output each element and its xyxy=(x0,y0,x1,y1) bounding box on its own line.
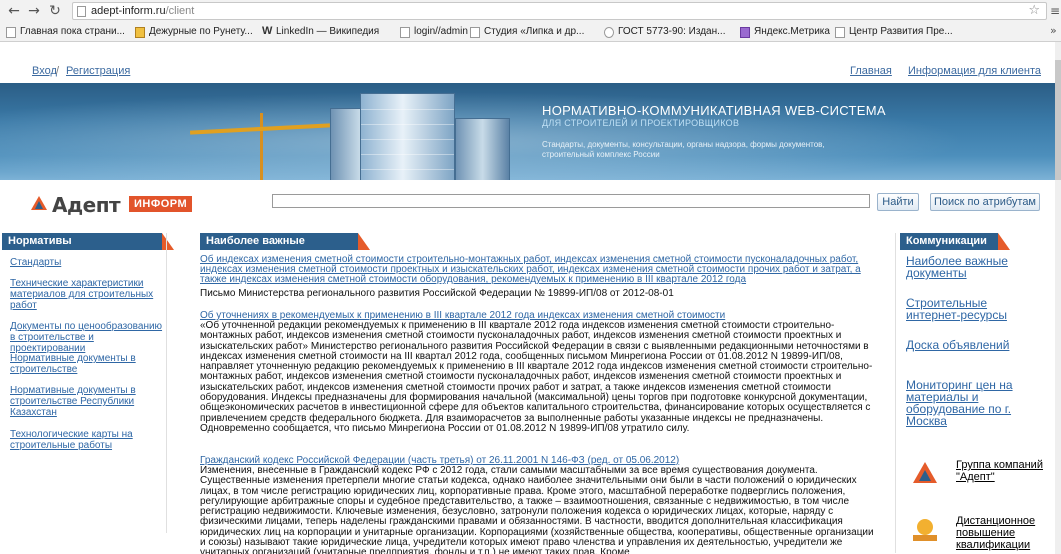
page-icon xyxy=(470,27,480,38)
shield-icon xyxy=(135,27,145,38)
menu-icon[interactable]: ≡ xyxy=(1050,4,1060,18)
logo-mark-icon xyxy=(31,196,47,210)
url-path: /client xyxy=(165,5,195,17)
browser-chrome: ← → ↻ adept-inform.ru/client ☆ ≡ Главная… xyxy=(0,0,1061,42)
document-summary: Письмо Министерства регионального развит… xyxy=(200,288,674,299)
client-info-link[interactable]: Информация для клиента xyxy=(908,65,1041,77)
sidebar-item-pricing[interactable]: Документы по ценообразованию в строитель… xyxy=(10,321,165,354)
bookmark-item[interactable]: Главная пока страни... xyxy=(6,25,125,39)
page-icon xyxy=(400,27,410,38)
partner-adept-link[interactable]: Группа компаний "Адепт" xyxy=(956,459,1046,483)
bookmark-label: ГОСТ 5773-90: Издан... xyxy=(618,26,726,37)
left-sidebar: Стандарты Технические характеристики мат… xyxy=(2,233,167,533)
page-icon xyxy=(77,6,86,17)
document-link[interactable]: Об индексах изменения сметной стоимости … xyxy=(200,255,875,285)
training-icon xyxy=(913,519,937,541)
back-icon[interactable]: ← xyxy=(6,3,22,19)
right-sidebar: Наиболее важные документы Строительные и… xyxy=(895,233,1045,553)
bookmark-star-icon[interactable]: ☆ xyxy=(1028,3,1040,19)
right-item-web-resources[interactable]: Строительные интернет-ресурсы xyxy=(906,297,1036,321)
document-summary: Изменения, внесенные в Гражданский кодек… xyxy=(200,465,874,554)
attribute-search-button[interactable]: Поиск по атрибутам xyxy=(930,193,1040,211)
top-links: Вход / Регистрация Главная Информация дл… xyxy=(0,65,1061,83)
logo-name: Адепт xyxy=(52,193,121,217)
bookmark-item[interactable]: Студия «Липка и др... xyxy=(470,25,584,39)
sidebar-item-kazakhstan[interactable]: Нормативные документы в строительстве Ре… xyxy=(10,385,165,418)
find-button[interactable]: Найти xyxy=(877,193,919,211)
bookmark-label: login//admin xyxy=(414,26,468,37)
url-host: adept-inform.ru xyxy=(91,5,166,17)
bookmark-label: Студия «Липка и др... xyxy=(484,26,585,37)
banner-title: НОРМАТИВНО-КОММУНИКАТИВНАЯ WEB-СИСТЕМА xyxy=(542,103,886,118)
building-image xyxy=(455,118,510,180)
bookmark-item[interactable]: W LinkedIn — Википедия xyxy=(262,25,379,39)
crane-mast xyxy=(260,113,263,180)
bookmark-item[interactable]: ГОСТ 5773-90: Издан... xyxy=(604,25,725,39)
right-item-price-monitoring[interactable]: Мониторинг цен на материалы и оборудован… xyxy=(906,379,1036,427)
partner-training-link[interactable]: Дистанционное повышение квалификации xyxy=(956,515,1046,551)
bookmark-label: Главная пока страни... xyxy=(20,26,125,37)
link-separator: / xyxy=(56,65,60,77)
bookmark-item[interactable]: Яндекс.Метрика xyxy=(740,25,830,39)
building-image xyxy=(360,93,455,180)
main-panel-title: Наиболее важные документы xyxy=(200,233,370,264)
sidebar-item-tech-cards[interactable]: Технологические карты на строительные ра… xyxy=(10,429,165,451)
bookmark-label: Яндекс.Метрика xyxy=(754,26,830,37)
forward-icon[interactable]: → xyxy=(26,3,42,19)
address-bar[interactable]: adept-inform.ru/client ☆ xyxy=(72,2,1047,20)
bookmark-label: LinkedIn — Википедия xyxy=(276,26,380,37)
bookmarks-bar: Главная пока страни... Дежурные по Рунет… xyxy=(0,22,1061,42)
banner-subtitle: ДЛЯ СТРОИТЕЛЕЙ И ПРОЕКТИРОВЩИКОВ xyxy=(542,118,740,128)
login-link[interactable]: Вход xyxy=(32,65,57,77)
page-icon xyxy=(6,27,16,38)
right-item-board[interactable]: Доска объявлений xyxy=(906,339,1016,351)
scrollbar-thumb[interactable] xyxy=(1055,60,1061,180)
wikipedia-icon: W xyxy=(262,25,273,37)
metrika-icon xyxy=(740,27,750,38)
register-link[interactable]: Регистрация xyxy=(66,65,130,77)
bookmark-label: Центр Развития Пре... xyxy=(849,26,953,37)
bookmark-item[interactable]: login//admin xyxy=(400,25,468,39)
bookmark-item[interactable]: Центр Развития Пре... xyxy=(835,25,953,39)
home-link[interactable]: Главная xyxy=(850,65,892,77)
sidebar-item-standards[interactable]: Стандарты xyxy=(10,257,165,268)
document-summary: «Об уточненной редакции рекомендуемых к … xyxy=(200,320,873,434)
search-input[interactable] xyxy=(272,194,870,208)
bookmark-label: Дежурные по Рунету... xyxy=(149,26,253,37)
sidebar-item-materials[interactable]: Технические характеристики материалов дл… xyxy=(10,278,165,311)
globe-icon xyxy=(604,27,614,38)
bookmarks-more-icon[interactable]: » xyxy=(1050,24,1057,37)
right-item-important-docs[interactable]: Наиболее важные документы xyxy=(906,255,1036,279)
header-banner: НОРМАТИВНО-КОММУНИКАТИВНАЯ WEB-СИСТЕМА Д… xyxy=(0,83,1061,180)
sidebar-item-normative[interactable]: Нормативные документы в строительстве xyxy=(10,353,165,375)
banner-sky xyxy=(0,83,1061,180)
banner-description: Стандарты, документы, консультации, орга… xyxy=(542,140,825,159)
browser-navbar: ← → ↻ adept-inform.ru/client ☆ ≡ xyxy=(0,0,1061,22)
bookmark-item[interactable]: Дежурные по Рунету... xyxy=(135,25,253,39)
reload-icon[interactable]: ↻ xyxy=(47,3,63,19)
logo-badge: ИНФОРМ xyxy=(129,196,193,212)
adept-group-icon xyxy=(913,462,937,483)
page-icon xyxy=(835,27,845,38)
